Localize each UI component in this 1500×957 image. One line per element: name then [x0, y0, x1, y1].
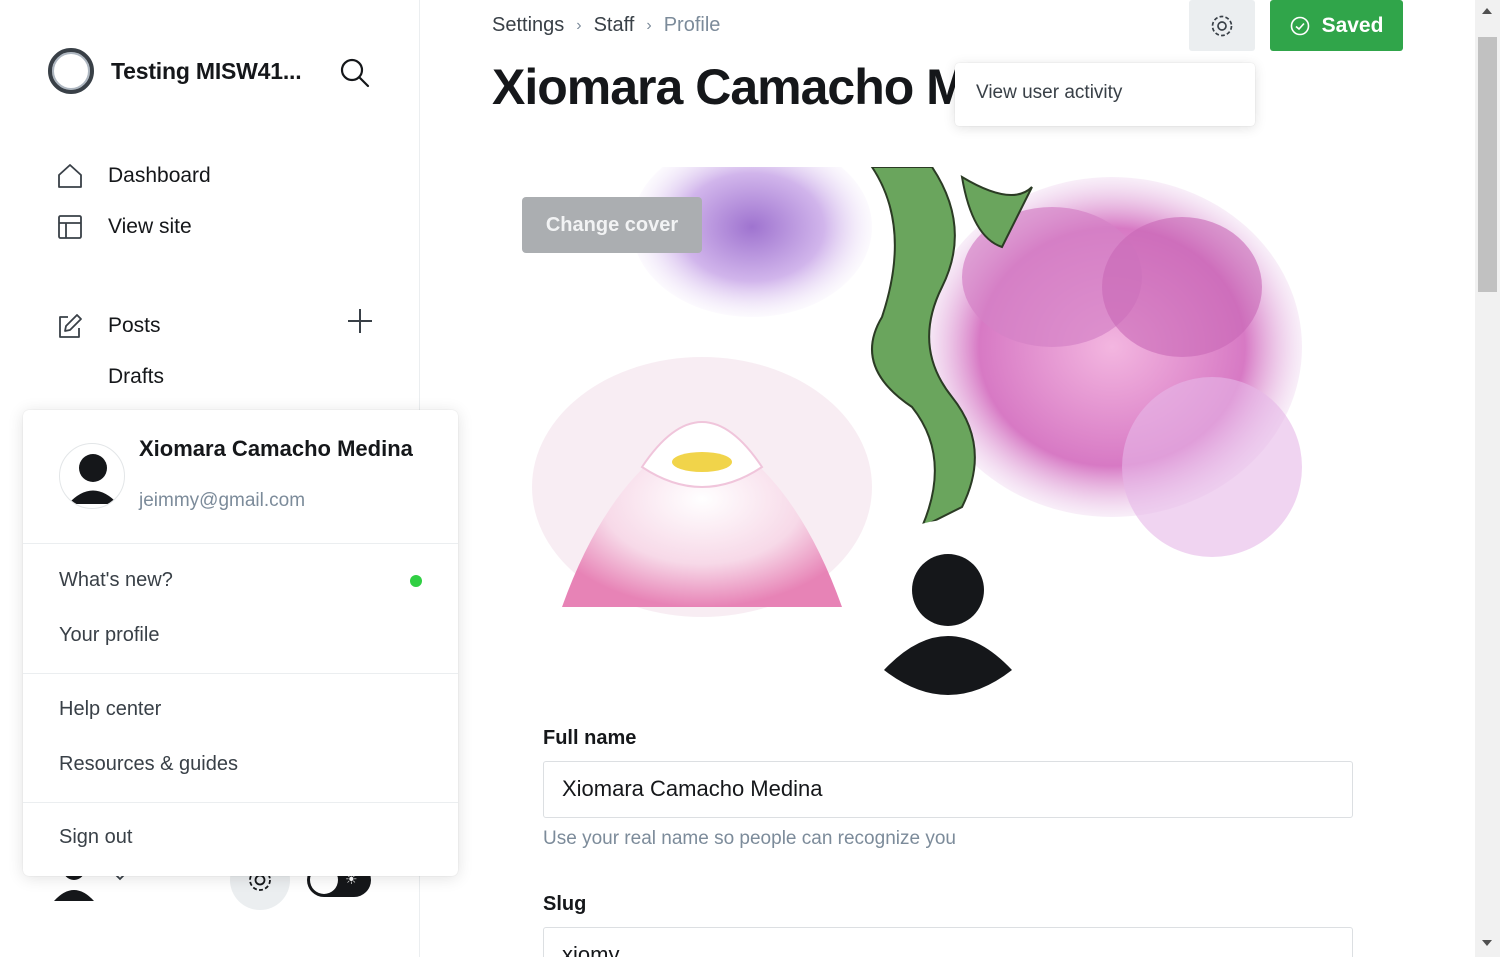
help-center-item[interactable]: Help center	[59, 698, 161, 721]
view-user-activity-item[interactable]: View user activity	[976, 82, 1122, 104]
sidebar-item-posts[interactable]: Posts	[56, 300, 376, 351]
user-menu-popover: Xiomara Camacho Medina jeimmy@gmail.com …	[23, 410, 458, 876]
full-name-input[interactable]: Xiomara Camacho Medina	[543, 761, 1353, 818]
chevron-right-icon: ›	[576, 16, 582, 34]
slug-label: Slug	[543, 893, 587, 915]
slug-input[interactable]: xiomy	[543, 927, 1353, 957]
sidebar-item-dashboard[interactable]: Dashboard	[56, 150, 376, 201]
breadcrumb-settings[interactable]: Settings	[492, 14, 564, 37]
sign-out-item[interactable]: Sign out	[59, 826, 132, 849]
user-avatar	[59, 443, 125, 509]
user-email: jeimmy@gmail.com	[139, 490, 306, 511]
home-icon	[56, 162, 84, 190]
site-title: Testing MISW41...	[111, 57, 302, 84]
user-menu-section-updates: What's new? Your profile	[23, 544, 458, 674]
user-menu-header: Xiomara Camacho Medina jeimmy@gmail.com	[23, 410, 458, 544]
new-post-plus-icon[interactable]	[344, 305, 376, 337]
saved-button[interactable]: Saved	[1270, 0, 1403, 51]
whats-new-item[interactable]: What's new?	[59, 569, 173, 592]
layout-icon	[56, 213, 84, 241]
scroll-up-arrow-icon[interactable]	[1482, 8, 1492, 14]
your-profile-item[interactable]: Your profile	[59, 624, 159, 647]
new-updates-dot	[410, 575, 422, 587]
breadcrumb-staff[interactable]: Staff	[594, 14, 635, 37]
breadcrumb: Settings › Staff › Profile	[492, 14, 720, 37]
profile-picture[interactable]	[858, 520, 1038, 700]
sidebar-item-drafts[interactable]: Drafts	[56, 351, 376, 402]
site-brand[interactable]: Testing MISW41...	[48, 48, 302, 94]
sidebar-item-view-site[interactable]: View site	[56, 201, 376, 252]
search-icon[interactable]	[338, 56, 372, 90]
resources-guides-item[interactable]: Resources & guides	[59, 753, 238, 776]
edit-icon	[56, 312, 84, 340]
breadcrumb-profile: Profile	[663, 14, 721, 36]
profile-actions-dropdown: View user activity	[955, 63, 1255, 126]
page-scrollbar[interactable]	[1475, 0, 1500, 957]
full-name-hint: Use your real name so people can recogni…	[543, 828, 956, 849]
chevron-right-icon: ›	[646, 16, 652, 34]
full-name-label: Full name	[543, 727, 637, 749]
scroll-thumb[interactable]	[1478, 37, 1497, 292]
main-content: Settings › Staff › Profile Xiomara Camac…	[421, 0, 1475, 957]
sidebar-item-label: Dashboard	[108, 163, 211, 187]
check-circle-icon	[1290, 16, 1309, 35]
user-menu-section-help: Help center Resources & guides	[23, 674, 458, 803]
gear-icon	[1211, 15, 1233, 36]
saved-label: Saved	[1321, 13, 1384, 37]
page-title: Xiomara Camacho Medina	[492, 59, 962, 115]
scroll-down-arrow-icon[interactable]	[1482, 940, 1492, 946]
site-logo	[48, 48, 94, 94]
sidebar-item-label: Posts	[108, 313, 161, 337]
profile-actions-gear-button[interactable]	[1189, 0, 1255, 51]
change-cover-button[interactable]: Change cover	[522, 197, 702, 253]
sidebar-item-label: View site	[108, 214, 192, 238]
user-name: Xiomara Camacho Medina	[139, 436, 413, 461]
sidebar-nav: Dashboard View site Posts Drafts	[56, 150, 376, 402]
sidebar-item-label: Drafts	[108, 364, 165, 388]
